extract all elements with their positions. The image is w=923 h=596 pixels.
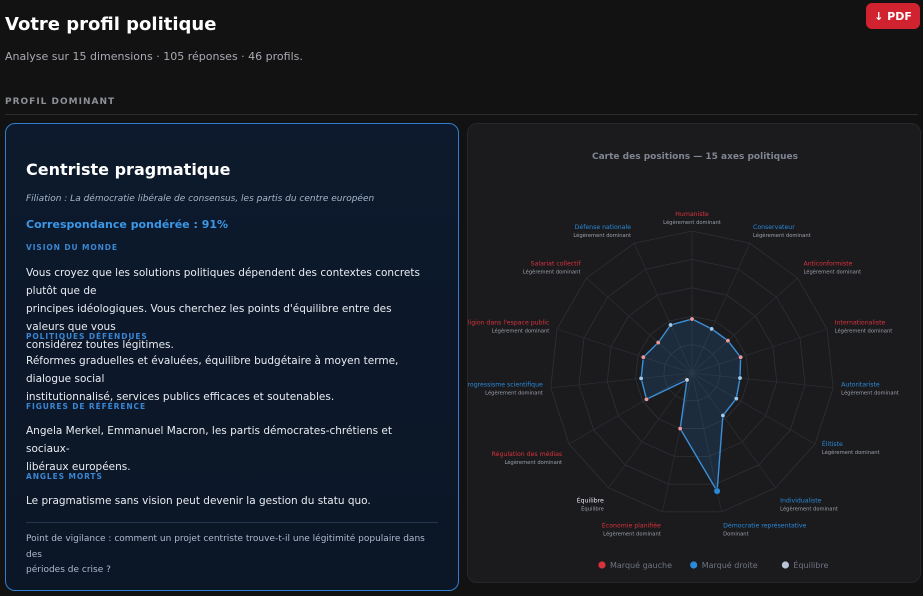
profile-card: Centriste pragmatique Filiation : La dém…: [5, 123, 459, 591]
card-divider: [26, 522, 438, 523]
vigilance-note: Point de vigilance : comment un projet c…: [26, 534, 425, 575]
axis-sublabel: Légèrement dominant: [803, 269, 861, 276]
figures-label: FIGURES DE RÉFÉRENCE: [26, 402, 146, 411]
data-point: [655, 340, 661, 346]
radar-shape: [638, 316, 744, 495]
axis-sublabel: Légèrement dominant: [573, 232, 631, 239]
legend-swatch: [690, 561, 698, 569]
axis-label: Économie planifiée: [602, 521, 661, 530]
data-point: [737, 375, 743, 381]
axis-sublabel: Équilibre: [581, 504, 604, 512]
legend-swatch: [598, 561, 606, 569]
policies-text: Réformes graduelles et évaluées, équilib…: [26, 355, 399, 403]
legend-item: Marqué gauche: [598, 560, 672, 570]
profile-match: Correspondance pondérée : 91%: [26, 218, 229, 231]
axis-sublabel: Légèrement dominant: [663, 219, 721, 226]
data-point: [725, 338, 731, 344]
blind-spots-label: ANGLES MORTS: [26, 472, 103, 481]
axis-label: Religion dans l'espace public: [468, 320, 550, 327]
section-divider: [5, 114, 918, 115]
legend-swatch: [781, 561, 789, 569]
axis-sublabel: Dominant: [723, 532, 748, 538]
axis-sublabel: Légèrement dominant: [780, 505, 838, 512]
axis-label: Conservateur: [753, 224, 795, 231]
axis-sublabel: Légèrement dominant: [492, 328, 550, 335]
axis-label: Salariat collectif: [531, 261, 582, 268]
data-point: [684, 377, 690, 383]
axis-label: Progressisme scientifique: [468, 382, 543, 389]
axis-sublabel: Légèrement dominant: [841, 390, 899, 397]
radar-chart-card: Carte des positions — 15 axes politiques…: [467, 123, 921, 583]
legend-item: Équilibre: [781, 559, 828, 570]
data-point: [644, 396, 649, 402]
axis-label: Internationaliste: [835, 320, 886, 327]
legend-label: Marqué gauche: [610, 560, 672, 570]
axis-label: Individualiste: [780, 497, 822, 504]
axis-label: Humaniste: [675, 211, 709, 218]
download-pdf-button[interactable]: ↓ PDF: [866, 3, 920, 29]
data-point: [677, 426, 683, 432]
legend-item: Marqué droite: [690, 560, 758, 570]
legend-label: Équilibre: [793, 559, 828, 570]
axis-label: Démocratie représentative: [723, 522, 806, 530]
data-point: [640, 354, 646, 360]
axis-sublabel: Légèrement dominant: [822, 449, 880, 456]
axis-label: Défense nationale: [575, 223, 632, 231]
profile-name: Centriste pragmatique: [26, 160, 231, 179]
axis-label: Autoritariste: [841, 382, 880, 389]
axis-label: Anticonformiste: [803, 261, 852, 268]
data-point: [689, 316, 695, 322]
axis-sublabel: Légèrement dominant: [753, 232, 811, 239]
page-title: Votre profil politique: [5, 14, 217, 35]
profile-filiation: Filiation : La démocratie libérale de co…: [26, 194, 375, 204]
vision-label: VISION DU MONDE: [26, 243, 118, 252]
chart-title: Carte des positions — 15 axes politiques: [592, 152, 798, 162]
legend-label: Marqué droite: [702, 560, 758, 570]
data-point: [738, 354, 744, 360]
data-point: [638, 375, 644, 381]
axis-sublabel: Légèrement dominant: [603, 531, 661, 538]
axis-label: Équilibre: [577, 495, 604, 504]
axis-sublabel: Légèrement dominant: [485, 390, 543, 397]
data-point: [720, 413, 726, 418]
figures-text: Angela Merkel, Emmanuel Macron, les part…: [26, 425, 392, 473]
axis-label: Élitiste: [822, 439, 843, 448]
data-polygon: [640, 318, 742, 494]
data-point: [713, 487, 721, 495]
data-point: [709, 326, 715, 332]
chart-legend: Marqué gauche Marqué droite Équilibre: [598, 559, 828, 570]
axis-label: Régulation des médias: [492, 450, 562, 458]
radar-chart: Carte des positions — 15 axes politiques…: [468, 152, 899, 570]
section-heading: PROFIL DOMINANT: [5, 97, 116, 107]
axis-sublabel: Légèrement dominant: [523, 269, 581, 276]
blind-spots-text: Le pragmatisme sans vision peut devenir …: [26, 495, 371, 507]
axis-sublabel: Légèrement dominant: [504, 459, 562, 466]
page-subtitle: Analyse sur 15 dimensions · 105 réponses…: [5, 50, 303, 63]
policies-label: POLITIQUES DÉFENDUES: [26, 332, 148, 341]
data-point: [733, 396, 739, 402]
data-point: [668, 322, 674, 328]
axis-sublabel: Légèrement dominant: [835, 328, 893, 335]
